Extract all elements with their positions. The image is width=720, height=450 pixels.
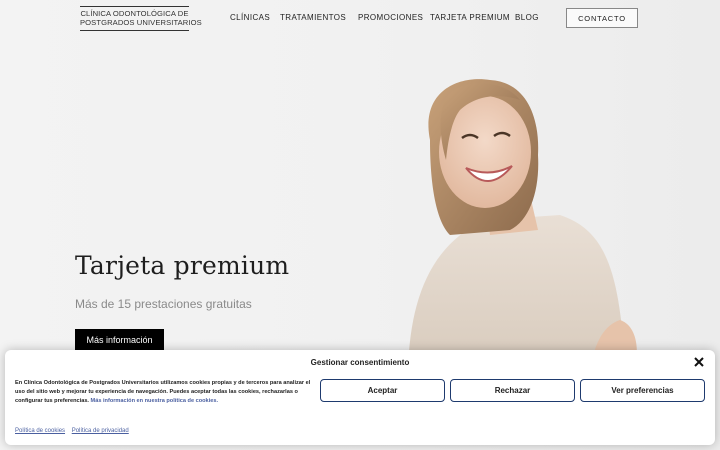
hero-subtitle: Más de 15 prestaciones gratuitas: [75, 297, 252, 311]
cookie-banner-title: Gestionar consentimiento: [310, 358, 410, 367]
close-icon[interactable]: [694, 357, 704, 367]
view-preferences-button[interactable]: Ver preferencias: [580, 379, 705, 402]
nav-item-clinicas[interactable]: CLÍNICAS: [230, 13, 270, 22]
cookie-footer-links: Política de cookies Política de privacid…: [15, 428, 134, 434]
reject-cookies-button[interactable]: Rechazar: [450, 379, 575, 402]
more-info-button[interactable]: Más información: [75, 329, 164, 351]
cookie-policy-link[interactable]: Política de cookies: [15, 428, 65, 434]
contact-button[interactable]: CONTACTO: [566, 8, 638, 28]
accept-cookies-button[interactable]: Aceptar: [320, 379, 445, 402]
cookie-consent-banner: Gestionar consentimiento En Clínica Odon…: [5, 350, 715, 445]
clinic-logo[interactable]: CLÍNICA ODONTOLÓGICA DE POSTGRADOS UNIVE…: [80, 6, 202, 31]
logo-line-2: POSTGRADOS UNIVERSITARIOS: [80, 18, 202, 27]
nav-item-blog[interactable]: BLOG: [515, 13, 539, 22]
hero-photo: [408, 79, 637, 370]
privacy-policy-link[interactable]: Política de privacidad: [72, 428, 129, 434]
cookie-description: En Clínica Odontológica de Postgrados Un…: [15, 379, 317, 406]
nav-item-tratamientos[interactable]: TRATAMIENTOS: [280, 13, 346, 22]
nav-item-tarjeta-premium[interactable]: TARJETA PREMIUM: [430, 13, 510, 22]
cookie-policy-more-link[interactable]: Más información en nuestra política de c…: [91, 398, 218, 404]
nav-item-promociones[interactable]: PROMOCIONES: [358, 13, 423, 22]
logo-line-1: CLÍNICA ODONTOLÓGICA DE: [80, 9, 189, 18]
hero-title: Tarjeta premium: [75, 251, 290, 280]
